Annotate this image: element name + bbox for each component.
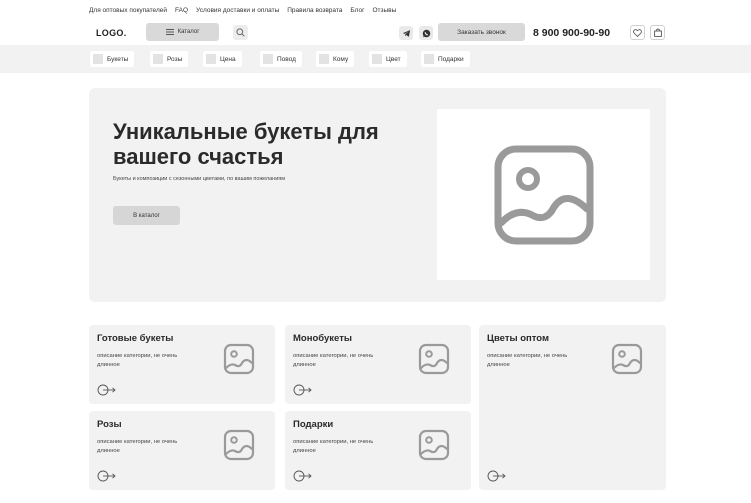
category-price[interactable]: Цена [203, 51, 242, 67]
bag-icon [653, 28, 662, 37]
card-title: Подарки [293, 419, 334, 430]
top-link-blog[interactable]: Блог [350, 7, 364, 14]
card-image [609, 341, 645, 377]
category-recipient[interactable]: Кому [316, 51, 355, 67]
catalog-button-label: Каталог [177, 29, 200, 35]
arrow-right-icon[interactable] [293, 384, 313, 396]
category-thumb [93, 54, 103, 64]
cart-button[interactable] [650, 25, 665, 40]
card-title: Цветы оптом [487, 333, 549, 344]
favorites-button[interactable] [630, 25, 645, 40]
telegram-button[interactable] [399, 26, 413, 40]
heart-icon [633, 28, 642, 37]
card-title: Готовые букеты [97, 333, 174, 344]
logo[interactable]: LOGO. [96, 28, 127, 38]
callback-button[interactable]: Заказать звонок [438, 23, 525, 41]
category-card-large[interactable]: Цветы оптом описание категории, не очень… [479, 325, 666, 490]
category-label: Подарки [438, 55, 464, 63]
category-card[interactable]: Монобукеты описание категории, не очень … [285, 325, 471, 404]
category-nav: Букеты Розы Цена Повод Кому Цвет Подарки [0, 45, 751, 73]
category-label: Розы [167, 55, 183, 63]
arrow-right-icon[interactable] [97, 470, 117, 482]
whatsapp-button[interactable] [419, 26, 433, 40]
hero-image [437, 109, 650, 280]
category-card[interactable]: Розы описание категории, не очень длинно… [89, 411, 275, 490]
category-label: Цена [220, 55, 236, 63]
phone-number[interactable]: 8 900 900-90-90 [533, 27, 610, 39]
arrow-right-icon[interactable] [487, 470, 507, 482]
card-image [221, 427, 257, 463]
image-placeholder-icon [611, 343, 643, 375]
category-gifts[interactable]: Подарки [421, 51, 470, 67]
arrow-right-icon[interactable] [293, 470, 313, 482]
category-thumb [206, 54, 216, 64]
category-thumb [153, 54, 163, 64]
card-image [221, 341, 257, 377]
top-link-faq[interactable]: FAQ [175, 7, 188, 14]
top-link-delivery[interactable]: Условия доставки и оплаты [196, 7, 279, 14]
telegram-icon [402, 29, 410, 37]
search-button[interactable] [233, 25, 248, 40]
header: LOGO. Каталог Заказать звонок 8 900 900-… [0, 19, 751, 45]
card-description: описание категории, не очень длинное [293, 353, 374, 368]
category-thumb [319, 54, 329, 64]
whatsapp-icon [422, 29, 430, 37]
top-link-wholesale[interactable]: Для оптовых покупателей [89, 7, 167, 14]
card-image [416, 341, 452, 377]
card-title: Розы [97, 419, 122, 430]
search-icon [236, 28, 245, 37]
image-placeholder-icon [418, 343, 450, 375]
category-label: Букеты [107, 55, 129, 63]
category-bouquets[interactable]: Букеты [90, 51, 135, 67]
category-label: Кому [333, 55, 349, 63]
card-description: описание категории, не очень длинное [293, 439, 374, 454]
arrow-right-icon[interactable] [97, 384, 117, 396]
image-placeholder-icon [418, 429, 450, 461]
card-description: описание категории, не очень длинное [97, 439, 178, 454]
category-thumb [372, 54, 382, 64]
category-occasion[interactable]: Повод [260, 51, 302, 67]
category-thumb [263, 54, 273, 64]
category-label: Цвет [386, 55, 401, 63]
category-roses[interactable]: Розы [150, 51, 189, 67]
hero-banner: Уникальные букеты для вашего счастья Бук… [89, 88, 666, 302]
category-label: Повод [277, 55, 296, 63]
top-link-reviews[interactable]: Отзывы [372, 7, 396, 14]
category-card[interactable]: Подарки описание категории, не очень дли… [285, 411, 471, 490]
card-title: Монобукеты [293, 333, 352, 344]
top-link-returns[interactable]: Правила возврата [287, 7, 342, 14]
list-icon [165, 29, 174, 35]
to-catalog-button[interactable]: В каталог [113, 206, 180, 225]
card-description: описание категории, не очень длинное [97, 353, 178, 368]
card-image [416, 427, 452, 463]
image-placeholder-icon [223, 343, 255, 375]
category-card[interactable]: Готовые букеты описание категории, не оч… [89, 325, 275, 404]
top-links: Для оптовых покупателей FAQ Условия дост… [89, 7, 404, 14]
image-placeholder-icon [223, 429, 255, 461]
hero-subtitle: Букеты и композиции с сезонными цветами,… [113, 176, 286, 182]
category-color[interactable]: Цвет [369, 51, 407, 67]
image-placeholder-icon [494, 145, 593, 244]
hero-title: Уникальные букеты для вашего счастья [113, 119, 379, 169]
category-thumb [424, 54, 434, 64]
catalog-button[interactable]: Каталог [146, 23, 219, 41]
card-description: описание категории, не очень длинное [487, 353, 568, 368]
